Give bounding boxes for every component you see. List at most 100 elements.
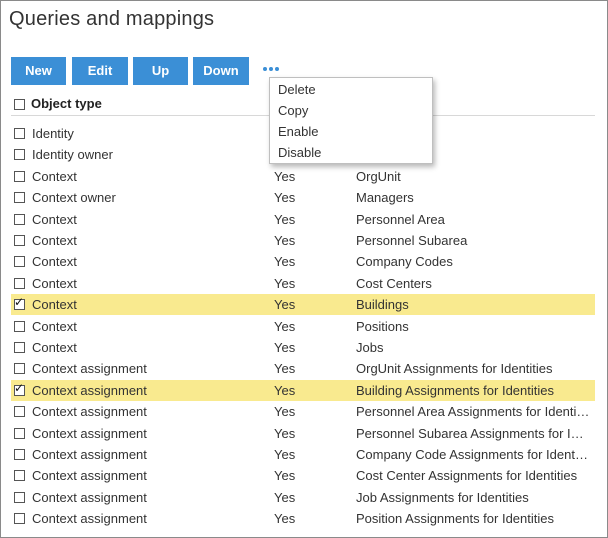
row-checkbox[interactable] bbox=[14, 363, 25, 375]
name-cell: Buildings bbox=[356, 297, 409, 313]
more-horizontal-icon[interactable] bbox=[263, 63, 283, 75]
menu-item-label: Enable bbox=[278, 124, 319, 139]
menu-item-enable[interactable]: Enable bbox=[270, 121, 432, 142]
object-type-cell: Context bbox=[32, 168, 77, 184]
table-row[interactable]: Context owner Yes Managers bbox=[11, 187, 595, 208]
table-row[interactable]: Context Yes Buildings bbox=[11, 294, 595, 316]
flag-cell: Yes bbox=[274, 233, 296, 248]
object-type-cell: Context bbox=[32, 340, 77, 355]
row-checkbox[interactable] bbox=[14, 449, 25, 460]
menu-item-disable[interactable]: Disable bbox=[270, 142, 432, 163]
queries-panel: Queries and mappings New Edit Up Down Ob… bbox=[0, 0, 608, 538]
flag-cell: Yes bbox=[274, 297, 296, 313]
select-all-checkbox[interactable] bbox=[14, 99, 25, 110]
flag-cell: Yes bbox=[274, 190, 296, 206]
row-checkbox[interactable] bbox=[14, 406, 25, 418]
flag-cell: Yes bbox=[274, 340, 296, 355]
table-row[interactable]: Context assignment Yes Company Code Assign… bbox=[11, 444, 595, 465]
flag-cell: Yes bbox=[274, 361, 296, 377]
table-row[interactable]: Context Yes Personnel Area bbox=[11, 209, 595, 230]
name-cell: Personnel Subarea bbox=[356, 233, 468, 248]
menu-item-label: Copy bbox=[278, 103, 309, 118]
row-checkbox[interactable] bbox=[14, 470, 25, 482]
row-checkbox[interactable] bbox=[14, 513, 25, 525]
object-type-cell: Context assignment bbox=[32, 447, 147, 462]
table-row[interactable]: Context assignment Yes Cost Center Assignm… bbox=[11, 465, 595, 486]
name-cell: OrgUnit Assignments for Identities bbox=[356, 361, 553, 377]
name-cell: Company Codes bbox=[356, 254, 453, 270]
down-button[interactable]: Down bbox=[193, 57, 249, 85]
row-checkbox[interactable] bbox=[14, 192, 25, 204]
table-row[interactable]: Context Yes Jobs bbox=[11, 337, 595, 358]
object-type-cell: Context assignment bbox=[32, 468, 147, 484]
name-cell: Positions bbox=[356, 318, 409, 334]
object-type-cell: Context assignment bbox=[32, 489, 147, 505]
name-cell: Cost Center Assignments for Identities bbox=[356, 468, 578, 484]
row-checkbox[interactable] bbox=[14, 213, 25, 225]
table-row[interactable]: Context assignment Yes OrgUnit Assignments… bbox=[11, 358, 595, 379]
up-button[interactable]: Up bbox=[133, 57, 188, 85]
menu-item-copy[interactable]: Copy bbox=[270, 100, 432, 121]
menu-item-delete[interactable]: Delete bbox=[270, 79, 432, 100]
row-checkbox[interactable] bbox=[14, 342, 25, 353]
object-type-cell: Context bbox=[32, 297, 77, 313]
object-type-cell: Context bbox=[32, 275, 77, 291]
row-checkbox[interactable] bbox=[14, 381, 25, 396]
object-type-cell: Context assignment bbox=[32, 425, 147, 441]
table-row[interactable]: Context Yes Personnel Subarea bbox=[11, 230, 595, 251]
column-header-object-type[interactable]: Object type bbox=[31, 96, 102, 111]
row-checkbox[interactable] bbox=[14, 128, 25, 139]
menu-item-label: Disable bbox=[278, 145, 322, 160]
name-cell: Personnel Area Assignments for Identiti.… bbox=[356, 404, 590, 420]
flag-cell: Yes bbox=[274, 511, 296, 527]
flag-cell: Yes bbox=[274, 382, 296, 398]
object-type-cell: Identity owner bbox=[32, 147, 113, 163]
new-button[interactable]: New bbox=[11, 57, 66, 85]
table-row[interactable]: Context assignment Yes Job Assignments for… bbox=[11, 487, 595, 508]
flag-cell: Yes bbox=[274, 168, 296, 184]
row-checkbox[interactable] bbox=[14, 491, 25, 503]
object-type-cell: Context bbox=[32, 254, 77, 270]
row-checkbox[interactable] bbox=[14, 427, 25, 439]
name-cell: Building Assignments for Identities bbox=[356, 382, 554, 398]
flag-cell: Yes bbox=[274, 275, 296, 291]
name-cell: Company Code Assignments for Identiti... bbox=[356, 447, 590, 462]
name-cell: Personnel Subarea Assignments for Ide... bbox=[356, 425, 590, 441]
row-checkbox[interactable] bbox=[14, 149, 25, 161]
name-cell: Cost Centers bbox=[356, 275, 432, 291]
flag-cell: Yes bbox=[274, 489, 296, 505]
object-type-cell: Context bbox=[32, 233, 77, 248]
row-checkbox[interactable] bbox=[14, 235, 25, 246]
menu-item-label: Delete bbox=[278, 82, 316, 97]
object-type-cell: Context bbox=[32, 318, 77, 334]
row-checkbox[interactable] bbox=[14, 295, 25, 311]
name-cell: Managers bbox=[356, 190, 414, 206]
table-row[interactable]: Context assignment Yes Position Assignment… bbox=[11, 508, 595, 529]
table-row[interactable]: Context assignment Yes Building Assignment… bbox=[11, 379, 595, 401]
table-row[interactable]: Context Yes Cost Centers bbox=[11, 273, 595, 294]
page-title: Queries and mappings bbox=[9, 8, 215, 30]
table-row[interactable]: Context Yes Company Codes bbox=[11, 251, 595, 272]
row-checkbox[interactable] bbox=[14, 170, 25, 182]
name-cell: Job Assignments for Identities bbox=[356, 489, 529, 505]
flag-cell: Yes bbox=[274, 468, 296, 484]
flag-cell: Yes bbox=[274, 211, 296, 227]
flag-cell: Yes bbox=[274, 404, 296, 420]
table-row[interactable]: Context Yes OrgUnit bbox=[11, 166, 595, 187]
table-row[interactable]: Context assignment Yes Personnel Subarea A… bbox=[11, 423, 595, 444]
edit-button[interactable]: Edit bbox=[72, 57, 128, 85]
object-type-cell: Identity bbox=[32, 126, 74, 141]
flag-cell: Yes bbox=[274, 318, 296, 334]
object-type-cell: Context assignment bbox=[32, 404, 147, 420]
table-row[interactable]: Context assignment Yes Personnel Area Assi… bbox=[11, 401, 595, 422]
table-row[interactable]: Context Yes Positions bbox=[11, 316, 595, 337]
name-cell: Personnel Area bbox=[356, 211, 445, 227]
name-cell: Position Assignments for Identities bbox=[356, 511, 554, 527]
row-checkbox[interactable] bbox=[14, 277, 25, 289]
row-checkbox[interactable] bbox=[14, 320, 25, 332]
flag-cell: Yes bbox=[274, 425, 296, 441]
row-checkbox[interactable] bbox=[14, 256, 25, 268]
object-type-cell: Context assignment bbox=[32, 382, 147, 398]
object-type-cell: Context bbox=[32, 211, 77, 227]
flag-cell: Yes bbox=[274, 254, 296, 270]
